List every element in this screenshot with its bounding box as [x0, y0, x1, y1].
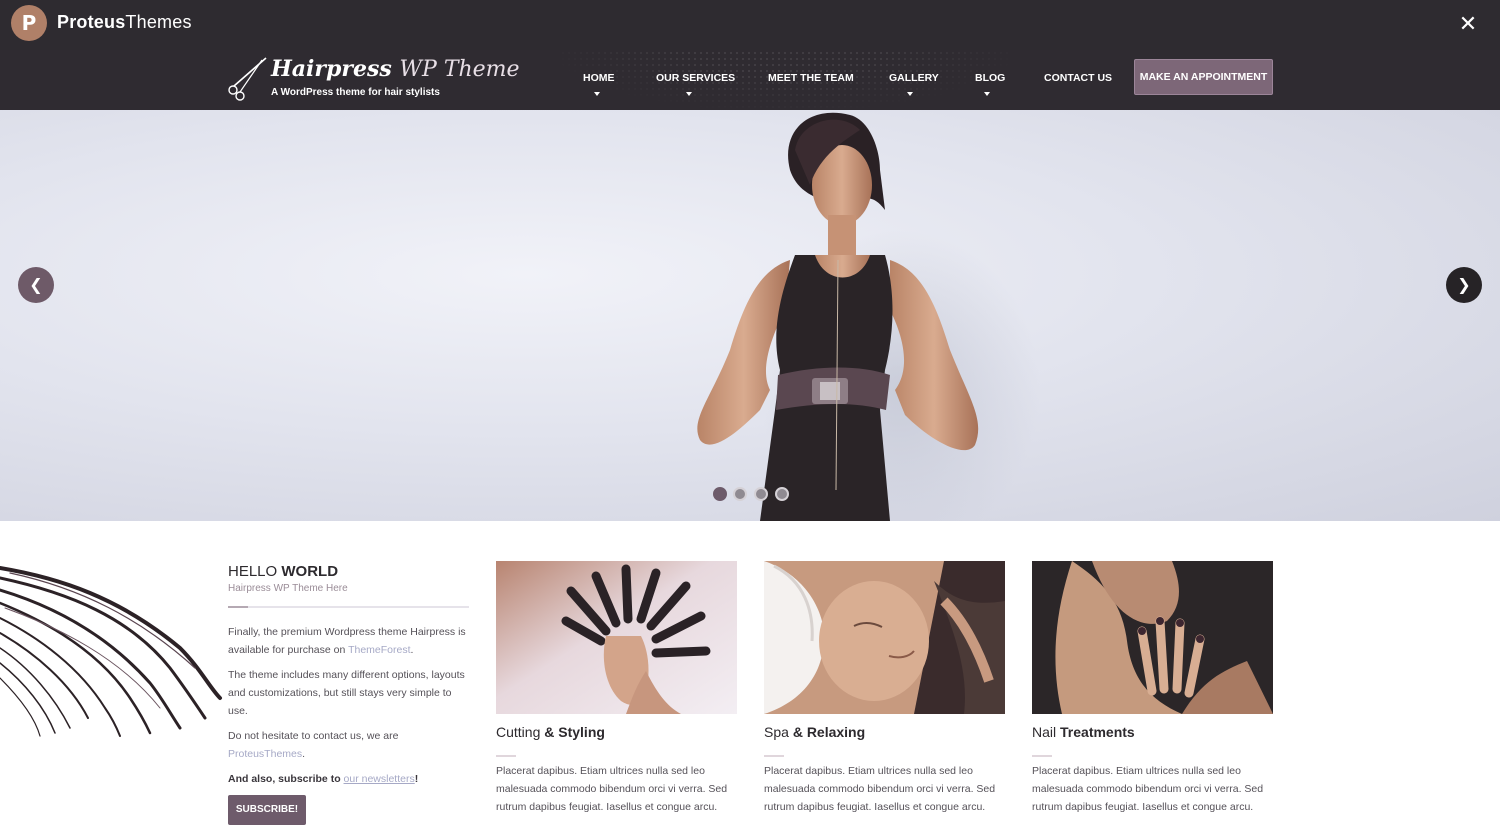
intro-p4-after: !	[414, 773, 419, 785]
brand-light: Themes	[125, 12, 192, 32]
card3-title-bold: Treatments	[1060, 724, 1135, 740]
intro-paragraph-3: Do not hesitate to contact us, we are Pro…	[228, 727, 473, 763]
slider-dot-4[interactable]	[775, 487, 789, 501]
cutting-styling-text: Placerat dapibus. Etiam ultrices nulla s…	[496, 765, 728, 813]
nail-treatments-title[interactable]: Nail Treatments	[1032, 724, 1135, 740]
intro-paragraph-1: Finally, the premium Wordpress theme Hai…	[228, 623, 473, 659]
intro-p3-text: Do not hesitate to contact us, we are	[228, 730, 399, 742]
main-nav: HOME OUR SERVICES MEET THE TEAM GALLERY …	[0, 50, 1500, 110]
chevron-left-icon: ❮	[29, 275, 43, 294]
hero-model-image	[697, 112, 1040, 521]
intro-p3-after: .	[302, 748, 306, 760]
proteusthemes-link[interactable]: ProteusThemes	[228, 748, 302, 760]
intro-p1-text: Finally, the premium Wordpress theme Hai…	[228, 626, 466, 656]
hair-decoration-image	[0, 566, 222, 737]
newsletter-link[interactable]: our newsletters	[344, 773, 415, 785]
card1-title-bold: & Styling	[544, 724, 605, 740]
slider-prev-button[interactable]: ❮	[18, 267, 54, 303]
themeforest-link[interactable]: ThemeForest	[348, 644, 410, 656]
nail-treatments-image[interactable]	[1032, 561, 1273, 714]
intro-title: HELLO WORLD	[228, 563, 338, 580]
proteus-brand[interactable]: ProteusThemes	[57, 12, 192, 33]
slider-next-button[interactable]: ❯	[1446, 267, 1482, 303]
demo-top-bar: P ProteusThemes ✕	[0, 0, 1500, 50]
site-header: Hairpress WP Theme A WordPress theme for…	[0, 50, 1500, 110]
nav-home[interactable]: HOME	[583, 72, 615, 84]
nav-gallery[interactable]: GALLERY	[889, 72, 939, 84]
proteus-logo-icon[interactable]: P	[11, 5, 47, 41]
chevron-down-icon	[984, 92, 990, 96]
intro-subtitle: Hairpress WP Theme Here	[228, 583, 348, 594]
cutting-styling-image[interactable]	[496, 561, 737, 714]
chevron-down-icon	[907, 92, 913, 96]
intro-title-light: HELLO	[228, 563, 278, 580]
intro-p4-text: And also, subscribe to	[228, 773, 341, 785]
intro-divider-accent	[228, 606, 248, 608]
chevron-down-icon	[594, 92, 600, 96]
nav-contact-us[interactable]: CONTACT US	[1044, 72, 1112, 84]
slider-dot-1[interactable]	[713, 487, 727, 501]
intro-divider	[228, 606, 469, 608]
nail-treatments-text: Placerat dapibus. Etiam ultrices nulla s…	[1032, 765, 1264, 813]
intro-title-bold: WORLD	[281, 563, 339, 580]
card3-title-light: Nail	[1032, 724, 1057, 740]
nav-our-services[interactable]: OUR SERVICES	[656, 72, 735, 84]
spa-relaxing-title[interactable]: Spa & Relaxing	[764, 724, 865, 740]
intro-p1-after: .	[410, 644, 414, 656]
slider-dot-2[interactable]	[733, 487, 747, 501]
card2-title-bold: & Relaxing	[792, 724, 866, 740]
chevron-down-icon	[686, 92, 692, 96]
hero-slider: ❮ ❯	[0, 110, 1500, 521]
nav-meet-the-team[interactable]: MEET THE TEAM	[768, 72, 854, 84]
nav-blog[interactable]: BLOG	[975, 72, 1005, 84]
cutting-styling-title[interactable]: Cutting & Styling	[496, 724, 605, 740]
brand-bold: Proteus	[57, 12, 126, 32]
make-appointment-button[interactable]: MAKE AN APPOINTMENT	[1134, 59, 1273, 95]
card1-title-light: Cutting	[496, 724, 541, 740]
card2-divider	[764, 755, 784, 757]
slider-dot-3[interactable]	[754, 487, 768, 501]
spa-relaxing-image[interactable]	[764, 561, 1005, 714]
card1-divider	[496, 755, 516, 757]
intro-paragraph-2: The theme includes many different option…	[228, 669, 465, 717]
close-icon[interactable]: ✕	[1455, 12, 1481, 38]
intro-paragraph-4: And also, subscribe to our newsletters!	[228, 770, 473, 788]
card3-divider	[1032, 755, 1052, 757]
spa-relaxing-text: Placerat dapibus. Etiam ultrices nulla s…	[764, 765, 996, 813]
chevron-right-icon: ❯	[1457, 275, 1471, 294]
card2-title-light: Spa	[764, 724, 789, 740]
